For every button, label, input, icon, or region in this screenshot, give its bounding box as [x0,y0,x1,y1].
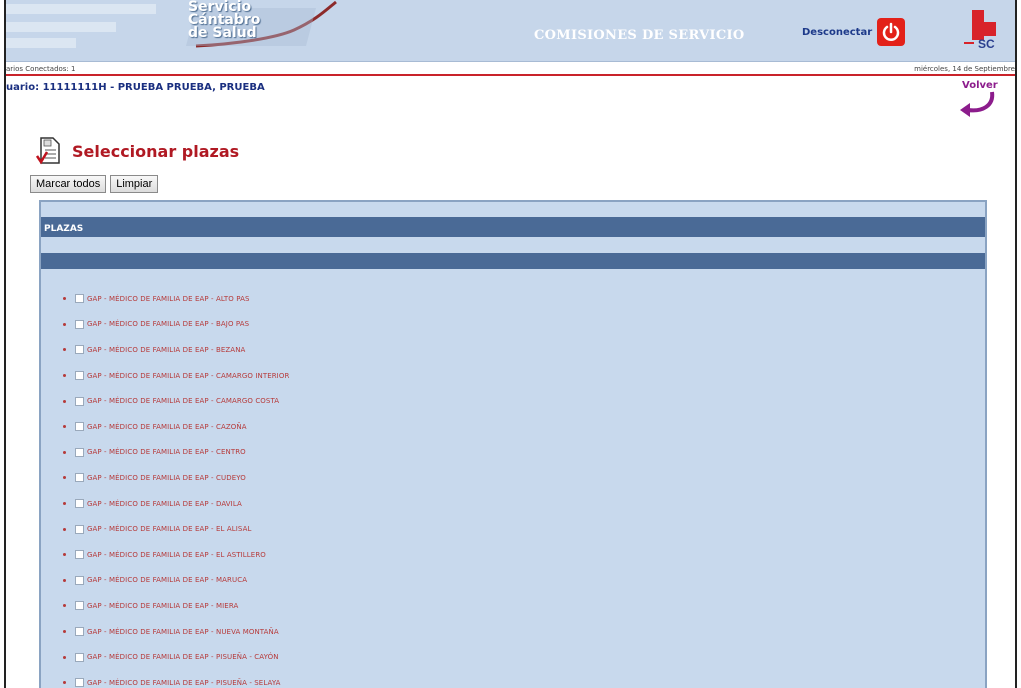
plaza-checkbox[interactable] [75,499,84,509]
plaza-label[interactable]: GAP - MÉDICO DE FAMILIA DE EAP - ALTO PA… [87,295,250,303]
plaza-checkbox[interactable] [75,447,84,457]
plaza-checkbox[interactable] [75,473,84,483]
plaza-label[interactable]: GAP - MÉDICO DE FAMILIA DE EAP - NUEVA M… [87,628,279,636]
section-header: Seleccionar plazas [36,136,239,166]
document-check-icon [36,137,60,165]
plaza-item: GAP - MÉDICO DE FAMILIA DE EAP - PISUEÑA… [63,670,289,688]
bullet-icon [63,502,66,506]
power-icon[interactable] [877,18,906,46]
bullet-icon [63,655,66,659]
plaza-item: GAP - MÉDICO DE FAMILIA DE EAP - NUEVA M… [63,619,289,645]
bullet-icon [63,374,66,378]
plaza-item: GAP - MÉDICO DE FAMILIA DE EAP - DAVILA [63,491,289,517]
browser-frame: Servicio Cántabro de Salud COMISIONES DE… [4,0,1017,688]
logo-stripe [6,22,116,32]
plaza-checkbox[interactable] [75,575,84,585]
bullet-icon [63,604,66,608]
bullet-icon [63,476,66,480]
header-banner: Servicio Cántabro de Salud COMISIONES DE… [6,0,1015,62]
selection-toolbar: Marcar todos Limpiar [30,175,159,193]
logo-text: Servicio Cántabro de Salud [188,0,260,41]
bullet-icon [63,297,66,301]
plaza-checkbox[interactable] [75,396,84,406]
plaza-item: GAP - MÉDICO DE FAMILIA DE EAP - PISUEÑA… [63,644,289,670]
date-text: miércoles, 14 de Septiembre [914,65,1015,73]
plaza-checkbox[interactable] [75,678,84,688]
plaza-item: GAP - MÉDICO DE FAMILIA DE EAP - MIERA [63,593,289,619]
plaza-item: GAP - MÉDICO DE FAMILIA DE EAP - CAMARGO… [63,388,289,414]
panel-separator [41,253,985,269]
plaza-checkbox[interactable] [75,627,84,637]
bullet-icon [63,553,66,557]
plaza-item: GAP - MÉDICO DE FAMILIA DE EAP - BEZANA [63,337,289,363]
bullet-icon [63,399,66,403]
plaza-checkbox[interactable] [75,524,84,534]
plaza-label[interactable]: GAP - MÉDICO DE FAMILIA DE EAP - CUDEYO [87,474,246,482]
logo-stripe [6,38,76,48]
plaza-item: GAP - MÉDICO DE FAMILIA DE EAP - CAZOÑA [63,414,289,440]
plaza-checkbox[interactable] [75,345,84,355]
app-title: COMISIONES DE SERVICIO [534,28,745,43]
plazas-panel: PLAZAS GAP - MÉDICO DE FAMILIA DE EAP - … [39,200,987,688]
plaza-item: GAP - MÉDICO DE FAMILIA DE EAP - MARUCA [63,568,289,594]
plaza-checkbox[interactable] [75,652,84,662]
plaza-label[interactable]: GAP - MÉDICO DE FAMILIA DE EAP - BEZANA [87,346,245,354]
logo-line-3: de Salud [188,25,257,41]
scs-brand-logo: SC [962,8,1006,51]
plaza-item: GAP - MÉDICO DE FAMILIA DE EAP - CENTRO [63,440,289,466]
scs-logo-area: Servicio Cántabro de Salud [6,0,346,48]
scs-logo-text: SC [978,37,995,50]
plaza-item: GAP - MÉDICO DE FAMILIA DE EAP - ALTO PA… [63,286,289,312]
plaza-label[interactable]: GAP - MÉDICO DE FAMILIA DE EAP - CAZOÑA [87,423,247,431]
bullet-icon [63,578,66,582]
logout-button[interactable]: Desconectar [802,18,906,46]
plaza-checkbox[interactable] [75,294,84,304]
plaza-label[interactable]: GAP - MÉDICO DE FAMILIA DE EAP - EL ALIS… [87,525,251,533]
panel-header: PLAZAS [41,221,985,237]
plaza-label[interactable]: GAP - MÉDICO DE FAMILIA DE EAP - DAVILA [87,500,242,508]
plaza-label[interactable]: GAP - MÉDICO DE FAMILIA DE EAP - MIERA [87,602,238,610]
logout-label[interactable]: Desconectar [802,27,872,38]
plaza-item: GAP - MÉDICO DE FAMILIA DE EAP - CUDEYO [63,465,289,491]
plaza-label[interactable]: GAP - MÉDICO DE FAMILIA DE EAP - BAJO PA… [87,320,249,328]
back-label[interactable]: Volver [962,80,998,91]
plaza-label[interactable]: GAP - MÉDICO DE FAMILIA DE EAP - MARUCA [87,576,247,584]
plaza-label[interactable]: GAP - MÉDICO DE FAMILIA DE EAP - CENTRO [87,448,246,456]
users-connected-text: arios Conectados: 1 [6,65,76,73]
plaza-item: GAP - MÉDICO DE FAMILIA DE EAP - CAMARGO… [63,363,289,389]
plaza-list: GAP - MÉDICO DE FAMILIA DE EAP - ALTO PA… [63,286,289,688]
plaza-label[interactable]: GAP - MÉDICO DE FAMILIA DE EAP - CAMARGO… [87,372,289,380]
bullet-icon [63,425,66,429]
plaza-checkbox[interactable] [75,371,84,381]
plaza-label[interactable]: GAP - MÉDICO DE FAMILIA DE EAP - PISUEÑA… [87,679,281,687]
bullet-icon [63,527,66,531]
logo-stripe [6,4,156,14]
bullet-icon [63,450,66,454]
page-title: Seleccionar plazas [72,141,240,161]
bullet-icon [63,681,66,685]
plaza-checkbox[interactable] [75,550,84,560]
plaza-item: GAP - MÉDICO DE FAMILIA DE EAP - EL ASTI… [63,542,289,568]
plaza-checkbox[interactable] [75,601,84,611]
bullet-icon [63,322,66,326]
current-user: uario: 11111111H - PRUEBA PRUEBA, PRUEBA [6,82,265,93]
plaza-checkbox[interactable] [75,319,84,329]
plaza-item: GAP - MÉDICO DE FAMILIA DE EAP - BAJO PA… [63,312,289,338]
plaza-label[interactable]: GAP - MÉDICO DE FAMILIA DE EAP - PISUEÑA… [87,653,279,661]
plaza-checkbox[interactable] [75,422,84,432]
plaza-label[interactable]: GAP - MÉDICO DE FAMILIA DE EAP - CAMARGO… [87,397,279,405]
clear-button[interactable]: Limpiar [110,175,159,193]
bullet-icon [63,348,66,352]
info-bar: arios Conectados: 1 miércoles, 14 de Sep… [6,62,1015,76]
plaza-item: GAP - MÉDICO DE FAMILIA DE EAP - EL ALIS… [63,516,289,542]
mark-all-button[interactable]: Marcar todos [30,175,107,193]
bullet-icon [63,630,66,634]
back-button[interactable]: Volver [954,80,998,118]
plaza-label[interactable]: GAP - MÉDICO DE FAMILIA DE EAP - EL ASTI… [87,551,266,559]
